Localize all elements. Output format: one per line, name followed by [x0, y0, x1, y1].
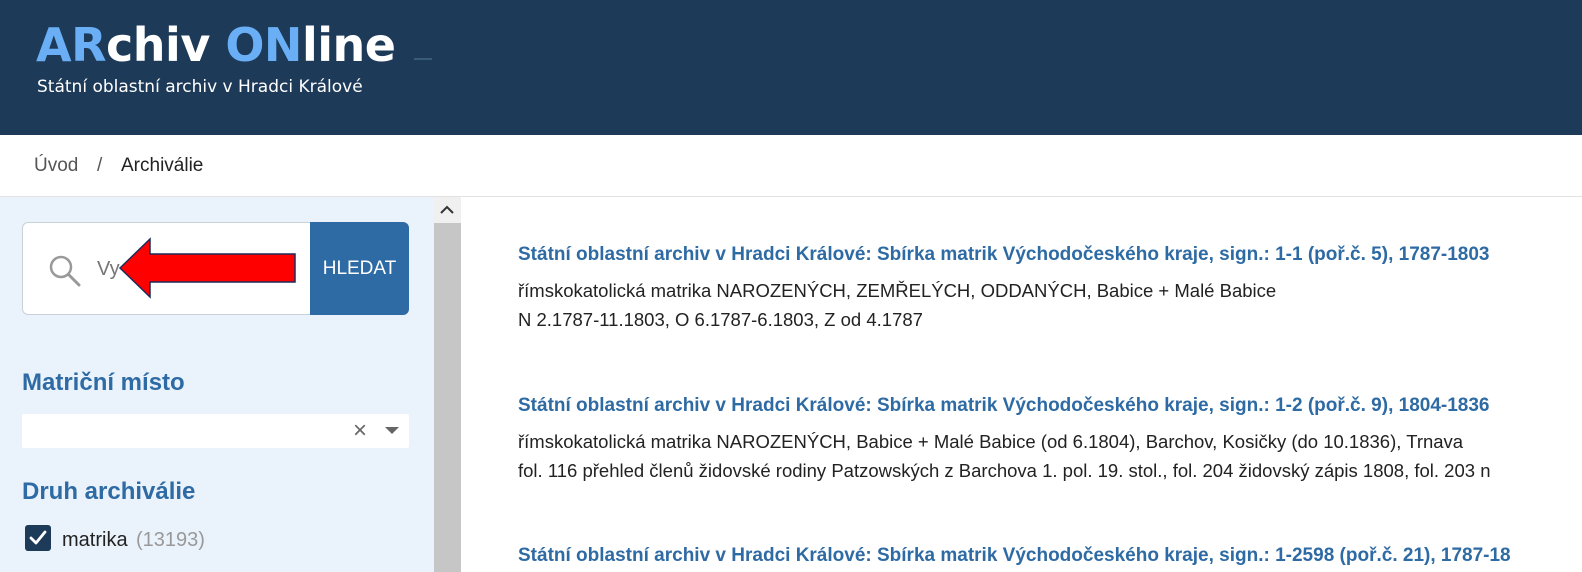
logo-part-ar: AR [36, 18, 107, 72]
result-description: fol. 116 přehled členů židovské rodiny P… [518, 460, 1491, 481]
filter-sidebar: HLEDAT Matriční místo × Druh archiválie … [0, 197, 434, 572]
place-select[interactable]: × [22, 414, 409, 448]
chevron-down-icon[interactable] [385, 427, 399, 434]
facet-title-place: Matriční místo [22, 369, 185, 396]
result-title-link[interactable]: Státní oblastní archiv v Hradci Králové:… [518, 545, 1511, 567]
search-icon [47, 253, 83, 289]
chevron-up-icon [440, 205, 454, 214]
facet-item-label: matrika [62, 529, 128, 551]
logo-part-chiv: chiv [106, 18, 226, 72]
breadcrumb-current: Archiválie [121, 155, 204, 176]
facet-title-type: Druh archiválie [22, 478, 196, 505]
red-arrow-annotation [118, 237, 296, 299]
breadcrumb-separator: / [97, 155, 103, 176]
result-item: Státní oblastní archiv v Hradci Králové:… [518, 545, 1511, 572]
logo-decoration [414, 58, 432, 60]
clear-icon[interactable]: × [353, 417, 367, 445]
logo-part-line: line [301, 18, 396, 72]
scroll-up-button[interactable] [434, 197, 461, 223]
site-subtitle: Státní oblastní archiv v Hradci Králové [37, 77, 363, 97]
result-description: římskokatolická matrika NAROZENÝCH, ZEMŘ… [518, 280, 1277, 301]
result-description: římskokatolická matrika NAROZENÝCH, Babi… [518, 431, 1464, 452]
checkbox-checked[interactable] [25, 525, 51, 551]
breadcrumb-home-link[interactable]: Úvod [34, 155, 78, 177]
site-header: ARchiv ONline Státní oblastní archiv v H… [0, 0, 1582, 135]
results-list: Státní oblastní archiv v Hradci Králové:… [461, 197, 1582, 572]
breadcrumb: Úvod / Archiválie [0, 135, 1582, 197]
scrollbar-thumb[interactable] [434, 223, 461, 572]
logo-part-on: ON [225, 18, 302, 72]
result-title-link[interactable]: Státní oblastní archiv v Hradci Králové:… [518, 244, 1490, 266]
result-item: Státní oblastní archiv v Hradci Králové:… [518, 395, 1490, 485]
facet-item-count: (13193) [136, 529, 205, 551]
result-description: N 2.1787-11.1803, O 6.1787-6.1803, Z od … [518, 309, 923, 330]
result-item: Státní oblastní archiv v Hradci Králové:… [518, 244, 1490, 334]
sidebar-scrollbar[interactable] [434, 197, 461, 572]
search-button[interactable]: HLEDAT [310, 222, 409, 315]
result-title-link[interactable]: Státní oblastní archiv v Hradci Králové:… [518, 395, 1490, 417]
site-logo[interactable]: ARchiv ONline [36, 18, 396, 72]
